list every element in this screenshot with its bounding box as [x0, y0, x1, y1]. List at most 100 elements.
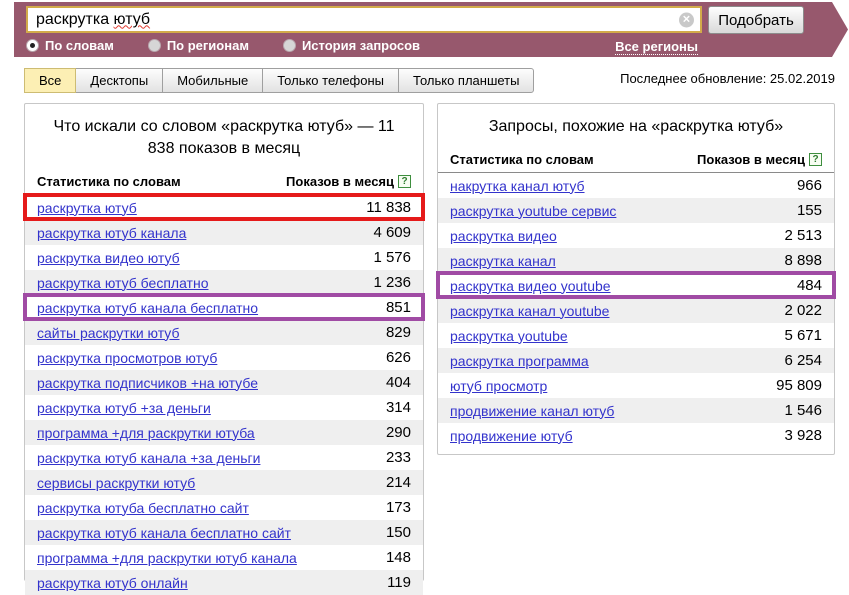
table-header: Статистика по словам Показов в месяц?	[25, 170, 423, 195]
keyword-link[interactable]: раскрутка ютуб канала бесплатно	[37, 300, 258, 316]
keywords-panel-title: Что искали со словом «раскрутка ютуб» — …	[25, 104, 423, 170]
keyword-link[interactable]: продвижение канал ютуб	[450, 403, 614, 419]
keyword-link[interactable]: раскрутка видео	[450, 228, 557, 244]
help-icon[interactable]: ?	[398, 175, 411, 188]
shows-value: 4 609	[373, 224, 411, 241]
shows-value: 314	[386, 399, 411, 416]
keyword-link[interactable]: программа +для раскрутки ютуба	[37, 425, 255, 441]
keywords-table: раскрутка ютуб 11 838 раскрутка ютуб кан…	[25, 195, 423, 595]
keyword-link[interactable]: раскрутка ютуб канала	[37, 225, 186, 241]
shows-value: 966	[797, 177, 822, 194]
search-mode-radio[interactable]: История запросов	[283, 38, 420, 53]
radio-icon	[283, 39, 296, 52]
device-tab[interactable]: Десктопы	[75, 68, 163, 93]
table-row: раскрутка канал youtube 2 022	[438, 298, 834, 323]
table-row: раскрутка просмотров ютуб 626	[25, 345, 423, 370]
device-tab[interactable]: Все	[24, 68, 76, 93]
similar-table: накрутка канал ютуб 966 раскрутка youtub…	[438, 173, 834, 448]
keyword-link[interactable]: накрутка канал ютуб	[450, 178, 585, 194]
misspelled-word: ютуб	[114, 11, 151, 28]
shows-value: 214	[386, 474, 411, 491]
table-row: раскрутка видео ютуб 1 576	[25, 245, 423, 270]
keyword-link[interactable]: раскрутка ютуба бесплатно сайт	[37, 500, 249, 516]
shows-value: 155	[797, 202, 822, 219]
shows-value: 6 254	[784, 352, 822, 369]
search-mode-radio[interactable]: По регионам	[148, 38, 249, 53]
keyword-link[interactable]: раскрутка просмотров ютуб	[37, 350, 217, 366]
col-header-shows: Показов в месяц?	[286, 174, 411, 189]
keyword-link[interactable]: раскрутка ютуб	[37, 200, 137, 216]
table-row: раскрутка youtube сервис 155	[438, 198, 834, 223]
device-tab[interactable]: Мобильные	[162, 68, 263, 93]
table-row: программа +для раскрутки ютуб канала 148	[25, 545, 423, 570]
table-row: раскрутка видео 2 513	[438, 223, 834, 248]
table-row: раскрутка ютуб онлайн 119	[25, 570, 423, 595]
keyword-link[interactable]: раскрутка канал youtube	[450, 303, 609, 319]
keyword-link[interactable]: раскрутка ютуб +за деньги	[37, 400, 211, 416]
col-header-shows: Показов в месяц?	[697, 152, 822, 167]
table-row: продвижение ютуб 3 928	[438, 423, 834, 448]
search-input[interactable]: раскрутка ютуб ✕	[26, 6, 702, 33]
table-row: раскрутка youtube 5 671	[438, 323, 834, 348]
keyword-link[interactable]: раскрутка ютуб бесплатно	[37, 275, 208, 291]
keyword-link[interactable]: продвижение ютуб	[450, 428, 573, 444]
help-icon[interactable]: ?	[809, 153, 822, 166]
shows-value: 95 809	[776, 377, 822, 394]
table-row: сайты раскрутки ютуб 829	[25, 320, 423, 345]
keyword-link[interactable]: раскрутка видео ютуб	[37, 250, 180, 266]
radio-icon	[26, 39, 39, 52]
search-mode-radios: По словам По регионам История запросов	[26, 38, 420, 53]
table-row: ютуб просмотр 95 809	[438, 373, 834, 398]
keyword-link[interactable]: сервисы раскрутки ютуб	[37, 475, 195, 491]
shows-value: 829	[386, 324, 411, 341]
table-row: раскрутка канал 8 898	[438, 248, 834, 273]
table-row: раскрутка ютуб 11 838	[25, 195, 423, 220]
all-regions-link[interactable]: Все регионы	[615, 39, 698, 55]
device-tab[interactable]: Только планшеты	[398, 68, 534, 93]
radio-label: История запросов	[302, 38, 420, 53]
keyword-link[interactable]: раскрутка ютуб канала бесплатно сайт	[37, 525, 291, 541]
table-row: программа +для раскрутки ютуба 290	[25, 420, 423, 445]
shows-value: 8 898	[784, 252, 822, 269]
search-query-text: раскрутка ютуб	[36, 11, 150, 29]
table-row: раскрутка программа 6 254	[438, 348, 834, 373]
shows-value: 150	[386, 524, 411, 541]
keyword-link[interactable]: раскрутка youtube сервис	[450, 203, 616, 219]
shows-value: 11 838	[366, 199, 411, 216]
search-mode-radio[interactable]: По словам	[26, 38, 114, 53]
device-tab[interactable]: Только телефоны	[262, 68, 399, 93]
keyword-link[interactable]: раскрутка канал	[450, 253, 556, 269]
submit-button[interactable]: Подобрать	[708, 6, 804, 34]
shows-value: 148	[386, 549, 411, 566]
shows-value: 626	[386, 349, 411, 366]
shows-value: 1 236	[373, 274, 411, 291]
shows-value: 233	[386, 449, 411, 466]
keyword-link[interactable]: раскрутка ютуб канала +за деньги	[37, 450, 260, 466]
shows-value: 851	[386, 299, 411, 316]
similar-queries-panel: Запросы, похожие на «раскрутка ютуб» Ста…	[437, 103, 835, 455]
radio-label: По словам	[45, 38, 114, 53]
keyword-link[interactable]: раскрутка youtube	[450, 328, 568, 344]
table-row: раскрутка видео youtube 484	[438, 273, 834, 298]
shows-value: 2 022	[784, 302, 822, 319]
keyword-link[interactable]: раскрутка ютуб онлайн	[37, 575, 188, 591]
table-header: Статистика по словам Показов в месяц?	[438, 148, 834, 173]
shows-value: 3 928	[784, 427, 822, 444]
keyword-link[interactable]: ютуб просмотр	[450, 378, 547, 394]
table-row: раскрутка ютуб канала бесплатно сайт 150	[25, 520, 423, 545]
table-row: раскрутка ютуб канала бесплатно 851	[25, 295, 423, 320]
clear-search-icon[interactable]: ✕	[679, 12, 694, 27]
keyword-link[interactable]: программа +для раскрутки ютуб канала	[37, 550, 297, 566]
keywords-panel: Что искали со словом «раскрутка ютуб» — …	[24, 103, 424, 581]
table-row: раскрутка ютуба бесплатно сайт 173	[25, 495, 423, 520]
shows-value: 404	[386, 374, 411, 391]
table-row: раскрутка подписчиков +на ютубе 404	[25, 370, 423, 395]
device-tabs: ВсеДесктопыМобильныеТолько телефоныТольк…	[25, 68, 534, 93]
keyword-link[interactable]: раскрутка программа	[450, 353, 589, 369]
table-row: сервисы раскрутки ютуб 214	[25, 470, 423, 495]
keyword-link[interactable]: раскрутка видео youtube	[450, 278, 611, 294]
keyword-link[interactable]: сайты раскрутки ютуб	[37, 325, 179, 341]
keyword-link[interactable]: раскрутка подписчиков +на ютубе	[37, 375, 258, 391]
col-header-keywords: Статистика по словам	[450, 152, 594, 167]
table-row: раскрутка ютуб канала +за деньги 233	[25, 445, 423, 470]
